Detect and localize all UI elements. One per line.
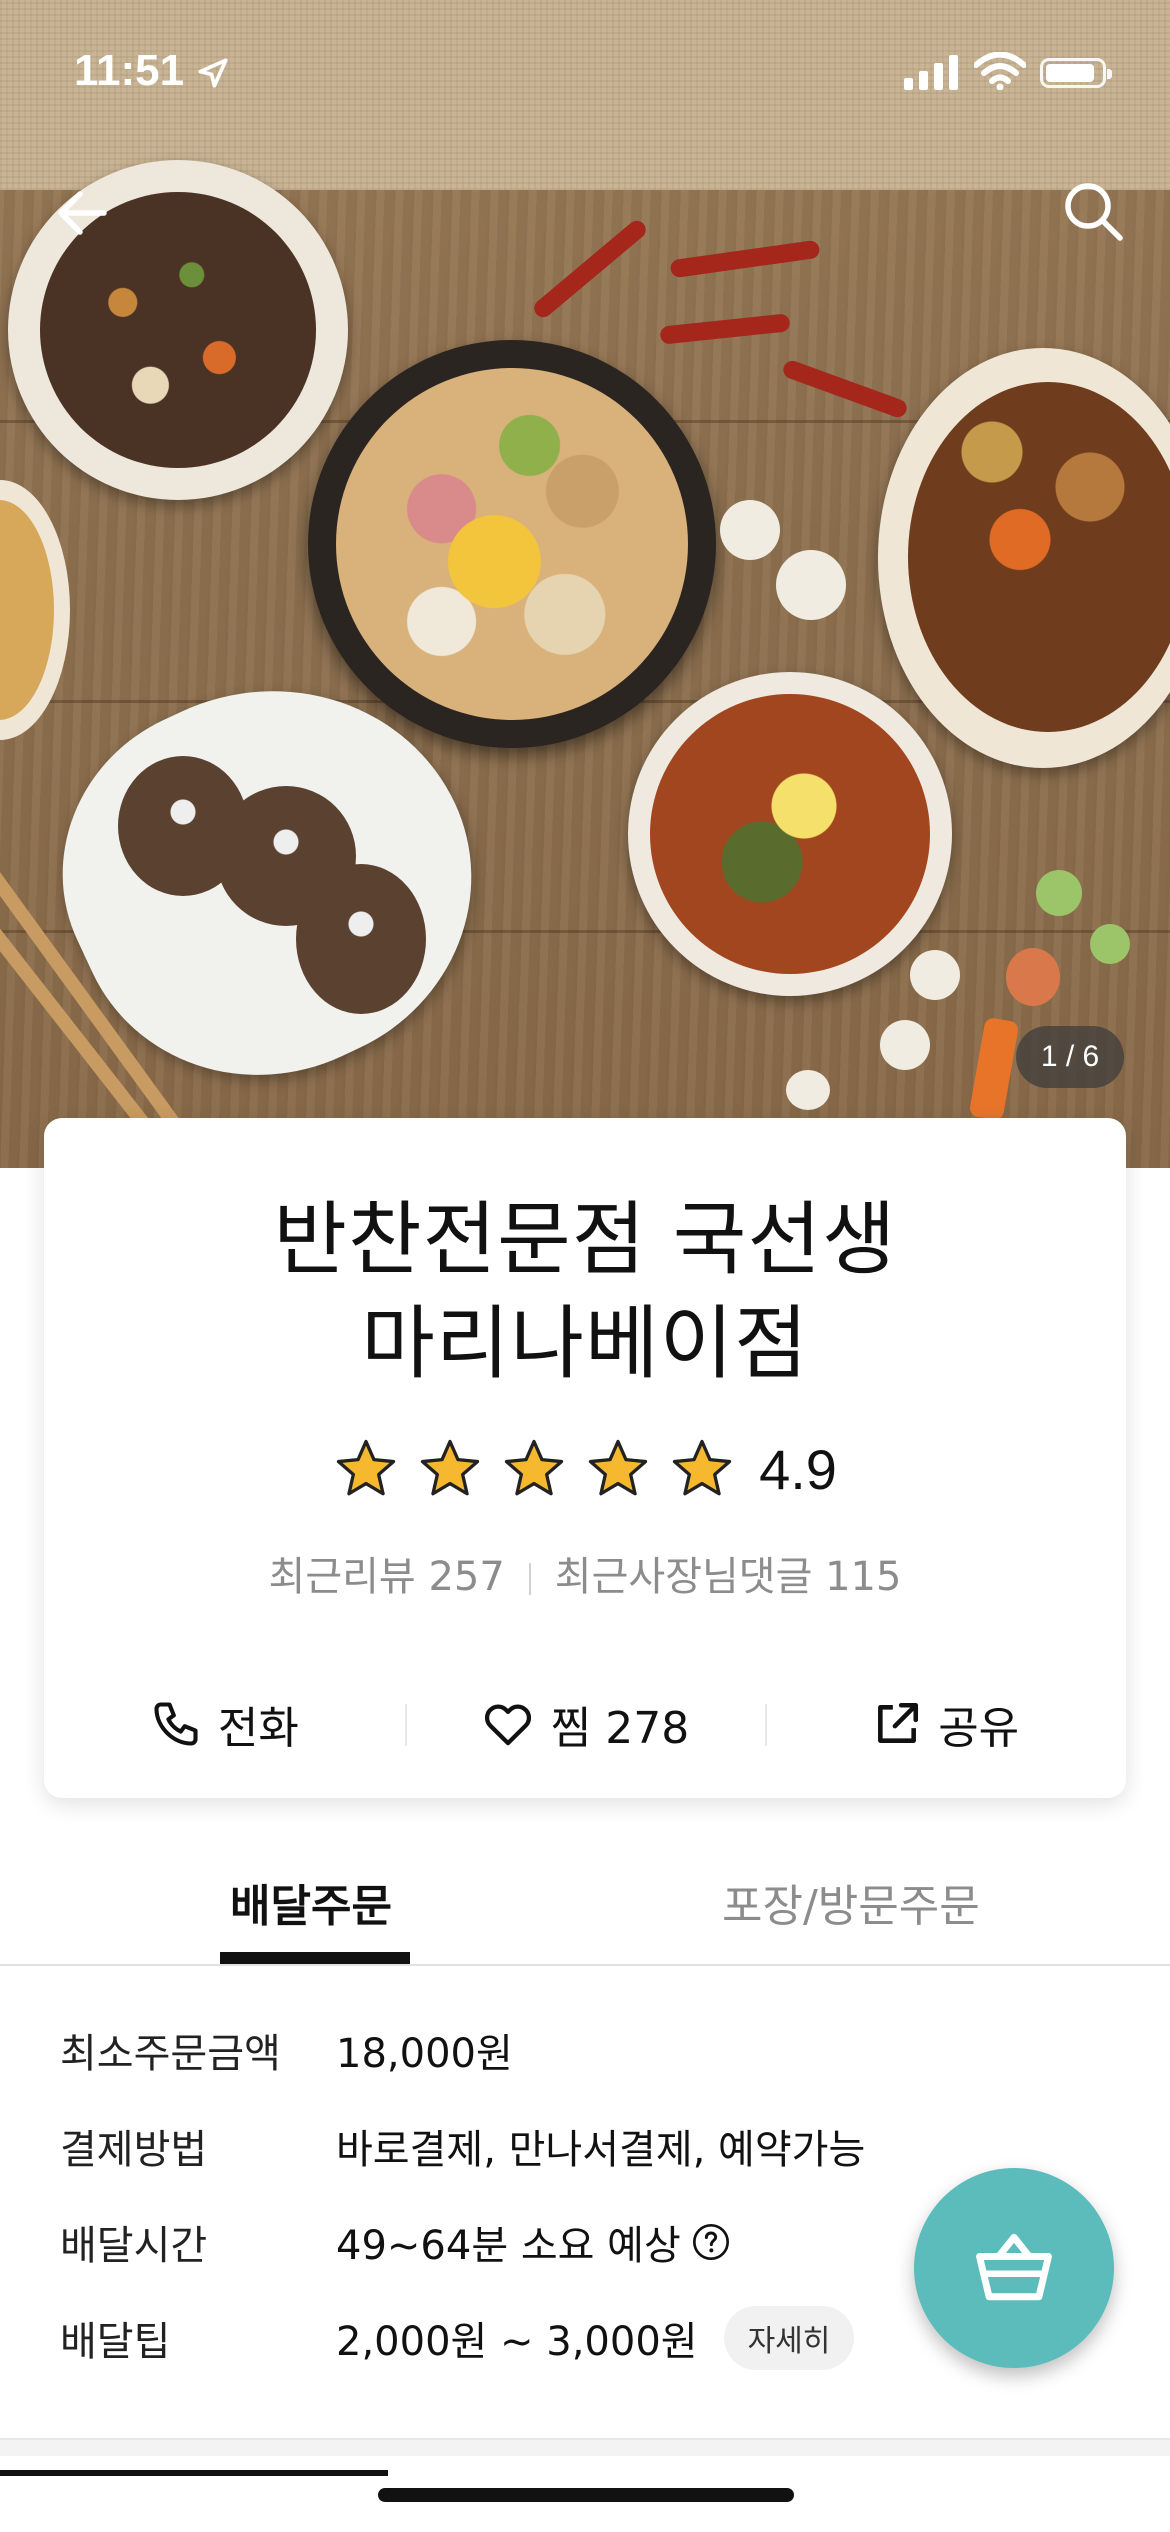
status-time: 11:51 bbox=[74, 46, 185, 95]
image-counter-badge: 1 / 6 bbox=[1016, 1026, 1124, 1088]
delivery-time-value-wrap: 49~64분 소요 예상 bbox=[336, 2213, 731, 2271]
rating-value: 4.9 bbox=[759, 1437, 837, 1501]
owner-replies-link[interactable]: 최근사장님댓글 115 bbox=[555, 1554, 902, 1600]
food-plate-braised bbox=[878, 348, 1170, 768]
store-info-card: 반찬전문점 국선생 마리나베이점 4.9 최근리뷰 257 최근사장님댓글 115… bbox=[44, 1118, 1126, 1798]
delivery-tip-label: 배달팁 bbox=[60, 2319, 171, 2365]
call-label: 전화 bbox=[217, 1703, 299, 1754]
heart-icon bbox=[484, 1704, 531, 1746]
menu-tab-indicator bbox=[0, 2470, 388, 2476]
battery-icon bbox=[1040, 58, 1112, 88]
recent-reviews-link[interactable]: 최근리뷰 257 bbox=[269, 1554, 505, 1600]
location-arrow-icon bbox=[198, 58, 228, 88]
store-name: 반찬전문점 국선생 마리나베이점 bbox=[44, 1188, 1126, 1396]
star-icon bbox=[588, 1439, 648, 1496]
payment-value: 바로결제, 만나서결제, 예약가능 bbox=[336, 2127, 866, 2173]
star-icon bbox=[504, 1439, 564, 1496]
cellular-signal-icon bbox=[904, 55, 958, 90]
min-order-row: 최소주문금액 18,000원 bbox=[60, 2020, 513, 2080]
payment-label: 결제방법 bbox=[60, 2127, 208, 2173]
delivery-tip-row: 배달팁 2,000원 ~ 3,000원 자세히 bbox=[60, 2306, 855, 2370]
call-button[interactable]: 전화 bbox=[44, 1684, 405, 1764]
food-pot-budae-jjigae bbox=[308, 340, 716, 748]
review-separator bbox=[528, 1563, 531, 1595]
store-rating: 4.9 bbox=[44, 1436, 1126, 1502]
store-name-line2: 마리나베이점 bbox=[361, 1297, 809, 1390]
status-bar: 11:51 bbox=[0, 0, 1170, 150]
delivery-time-row: 배달시간 49~64분 소요 예상 bbox=[60, 2212, 731, 2272]
active-tab-indicator bbox=[220, 1952, 410, 1964]
delivery-time-value: 49~64분 소요 예상 bbox=[336, 2223, 681, 2269]
share-icon bbox=[878, 1702, 919, 1743]
order-type-tabs: 배달주문 포장/방문주문 bbox=[0, 1850, 1170, 1966]
home-indicator[interactable] bbox=[378, 2488, 794, 2502]
tab-delivery-order[interactable]: 배달주문 bbox=[230, 1870, 392, 1934]
star-icon bbox=[336, 1439, 396, 1496]
section-divider bbox=[0, 2438, 1170, 2456]
share-button[interactable]: 공유 bbox=[765, 1684, 1126, 1764]
food-bowl-soup bbox=[628, 672, 952, 996]
min-order-value: 18,000원 bbox=[336, 2031, 513, 2077]
star-icon bbox=[672, 1439, 732, 1496]
favorite-button[interactable]: 찜 278 bbox=[404, 1684, 766, 1764]
favorite-label: 찜 278 bbox=[550, 1703, 690, 1754]
wifi-icon bbox=[974, 52, 1026, 90]
phone-icon bbox=[154, 1702, 198, 1746]
hero-image[interactable]: 11:51 1 / 6 bbox=[0, 0, 1170, 1168]
min-order-label: 최소주문금액 bbox=[60, 2031, 281, 2077]
back-arrow-icon[interactable] bbox=[50, 178, 120, 248]
review-counts: 최근리뷰 257 최근사장님댓글 115 bbox=[44, 1544, 1126, 1602]
question-circle-icon[interactable] bbox=[691, 2222, 731, 2262]
share-label: 공유 bbox=[938, 1703, 1020, 1754]
delivery-time-label: 배달시간 bbox=[60, 2223, 208, 2269]
star-icon bbox=[420, 1439, 480, 1496]
store-name-line1: 반찬전문점 국선생 bbox=[273, 1193, 897, 1286]
search-icon[interactable] bbox=[1056, 174, 1132, 250]
delivery-tip-value: 2,000원 ~ 3,000원 bbox=[336, 2319, 698, 2365]
cart-button[interactable] bbox=[914, 2168, 1114, 2368]
delivery-tip-value-wrap: 2,000원 ~ 3,000원 자세히 bbox=[336, 2306, 855, 2370]
payment-row: 결제방법 바로결제, 만나서결제, 예약가능 bbox=[60, 2116, 865, 2176]
tip-detail-button[interactable]: 자세히 bbox=[723, 2306, 855, 2370]
shopping-basket-icon bbox=[976, 2233, 1052, 2301]
tab-pickup-order[interactable]: 포장/방문주문 bbox=[722, 1870, 980, 1934]
store-actions: 전화 찜 278 공유 bbox=[44, 1684, 1126, 1764]
